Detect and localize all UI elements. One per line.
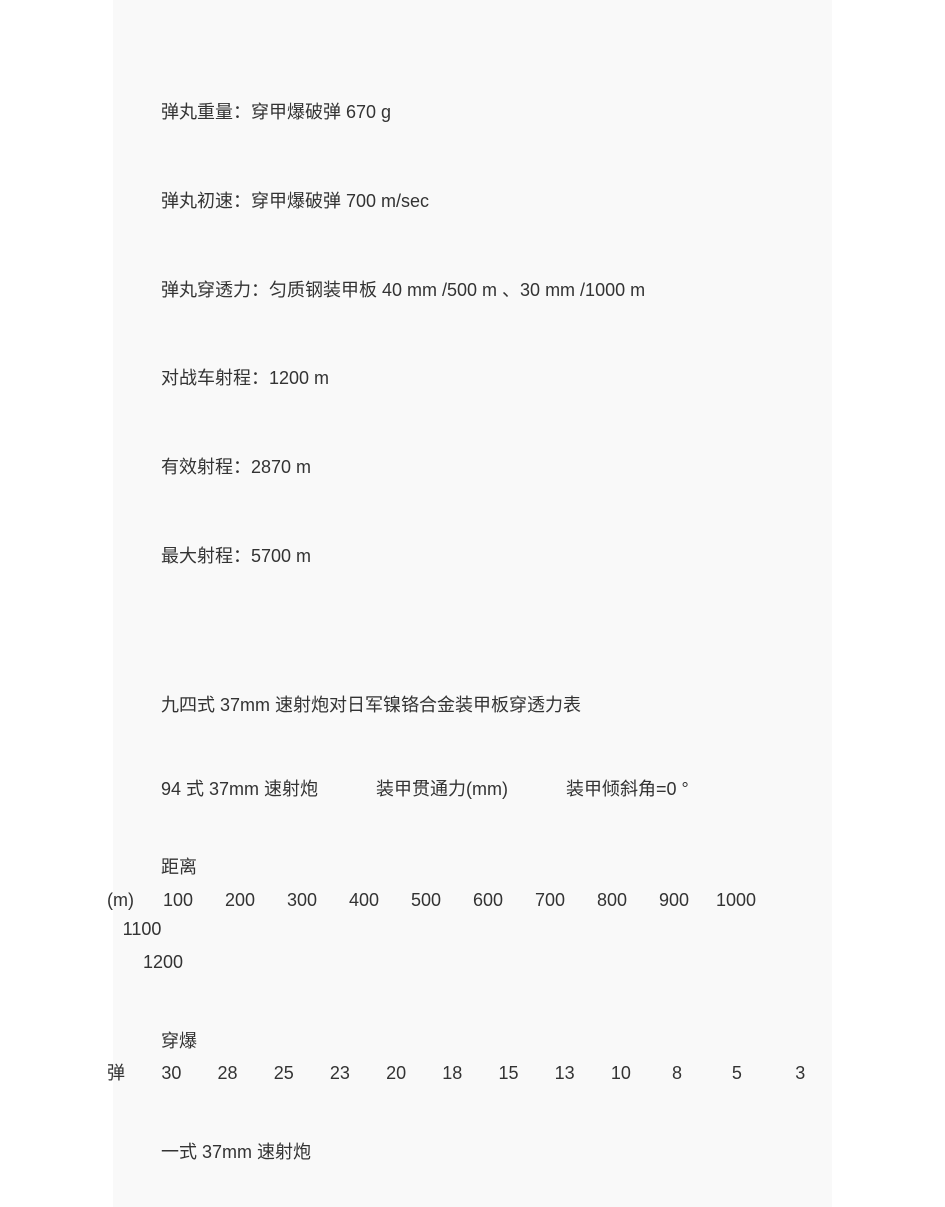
distance-label: 距离: [113, 853, 832, 882]
penetration-value: 25: [256, 1059, 312, 1088]
footer-gun: 一式 37mm 速射炮: [113, 1138, 832, 1167]
penetration-value: 15: [480, 1059, 536, 1088]
penetration-value: 23: [312, 1059, 368, 1088]
table-title: 九四式 37mm 速射炮对日军镍铬合金装甲板穿透力表: [113, 691, 832, 775]
distance-value: 300: [271, 886, 333, 915]
penetration-row: 弹 30 28 25 23 20 18 15 13 10 8 5 3: [107, 1059, 832, 1088]
spec-weight: 弹丸重量：穿甲爆破弹 670 g: [113, 98, 832, 187]
penetration-value: 13: [537, 1059, 593, 1088]
distance-value: 1100: [107, 915, 177, 944]
table-header-gun: 94 式 37mm 速射炮: [161, 775, 318, 804]
penetration-value: 5: [705, 1059, 768, 1088]
distance-row: (m) 100 200 300 400 500 600 700 800 900 …: [107, 886, 832, 944]
distance-value: 900: [643, 886, 705, 915]
distance-unit: (m): [107, 886, 147, 915]
spec-max-range: 最大射程：5700 m: [113, 542, 832, 691]
penetration-block: 穿爆 弹 30 28 25 23 20 18 15 13 10 8 5 3: [113, 1027, 832, 1139]
distance-value: 700: [519, 886, 581, 915]
distance-value: 600: [457, 886, 519, 915]
penetration-value: 3: [769, 1059, 832, 1088]
table-header-col: 装甲贯通力(mm): [376, 775, 508, 804]
penetration-value: 28: [199, 1059, 255, 1088]
spec-muzzle: 弹丸初速：穿甲爆破弹 700 m/sec: [113, 187, 832, 276]
penetration-value: 8: [649, 1059, 705, 1088]
penetration-value: 20: [368, 1059, 424, 1088]
penetration-unit: 弹: [107, 1059, 143, 1088]
spec-anti-tank-range: 对战车射程：1200 m: [113, 364, 832, 453]
distance-value: 400: [333, 886, 395, 915]
document-page: 弹丸重量：穿甲爆破弹 670 g 弹丸初速：穿甲爆破弹 700 m/sec 弹丸…: [113, 0, 832, 1207]
distance-value: 100: [147, 886, 209, 915]
table-header-angle: 装甲倾斜角=0 °: [566, 775, 689, 804]
distance-wrap: 1200: [113, 944, 832, 977]
distance-value: 200: [209, 886, 271, 915]
distance-value: 500: [395, 886, 457, 915]
spec-effective-range: 有效射程：2870 m: [113, 453, 832, 542]
distance-value: 1000: [705, 886, 767, 915]
table-header-row: 94 式 37mm 速射炮 装甲贯通力(mm) 装甲倾斜角=0 °: [113, 775, 832, 854]
penetration-label: 穿爆: [113, 1027, 832, 1056]
distance-value: 800: [581, 886, 643, 915]
spec-penetration: 弹丸穿透力：匀质钢装甲板 40 mm /500 m 、30 mm /1000 m: [113, 276, 832, 365]
distance-block: 距离 (m) 100 200 300 400 500 600 700 800 9…: [113, 853, 832, 1026]
penetration-value: 30: [143, 1059, 199, 1088]
penetration-value: 18: [424, 1059, 480, 1088]
penetration-value: 10: [593, 1059, 649, 1088]
